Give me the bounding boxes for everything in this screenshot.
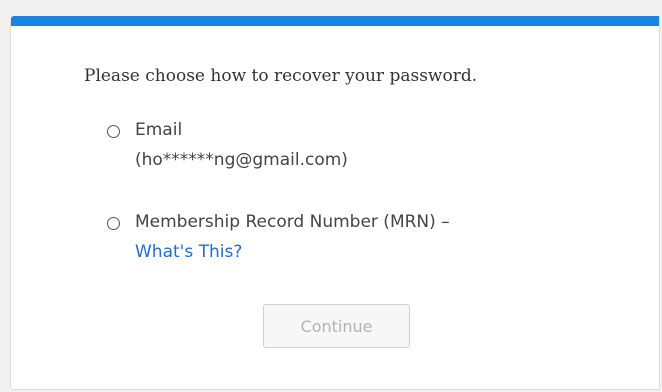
email-option-label: Email	[135, 120, 183, 140]
option-mrn[interactable]: Membership Record Number (MRN) – What's …	[107, 212, 450, 267]
email-option-text: Email (ho******ng@gmail.com)	[135, 115, 348, 175]
recovery-card: Please choose how to recover your passwo…	[10, 16, 660, 390]
email-radio[interactable]	[107, 125, 120, 138]
email-option-detail: (ho******ng@gmail.com)	[135, 150, 348, 170]
mrn-radio[interactable]	[107, 217, 120, 230]
card-accent-bar	[11, 16, 659, 26]
recovery-prompt: Please choose how to recover your passwo…	[84, 66, 478, 86]
mrn-option-text: Membership Record Number (MRN) – What's …	[135, 207, 450, 267]
option-email[interactable]: Email (ho******ng@gmail.com)	[107, 120, 348, 175]
continue-button[interactable]: Continue	[263, 304, 410, 348]
whats-this-link[interactable]: What's This?	[135, 242, 242, 262]
mrn-option-label: Membership Record Number (MRN) –	[135, 212, 450, 232]
